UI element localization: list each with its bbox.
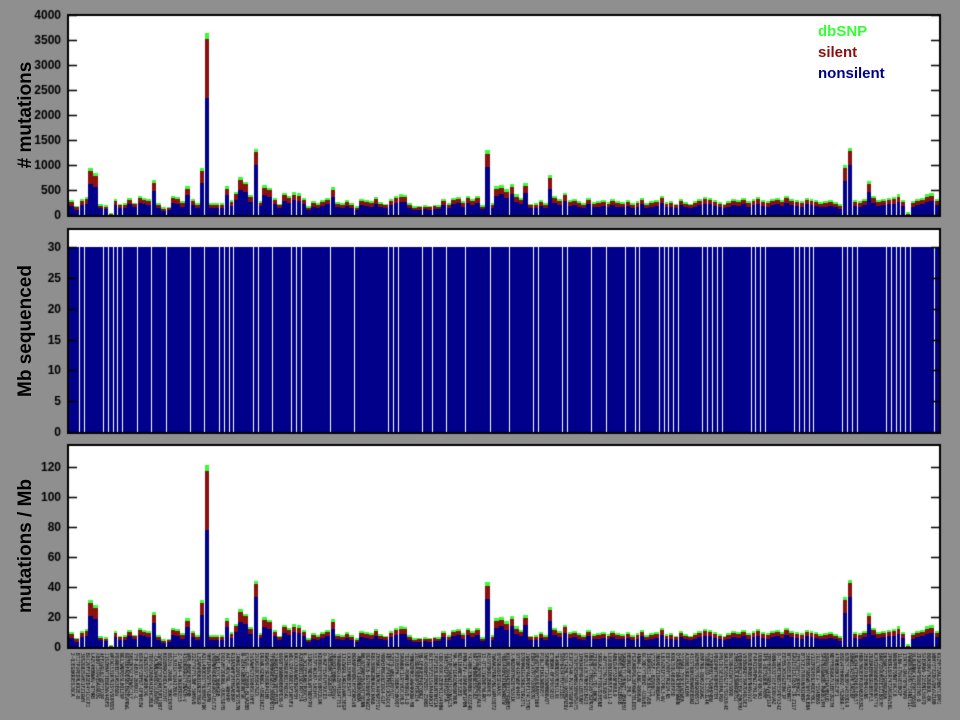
chart-canvas (0, 0, 960, 720)
legend: dbSNP silent nonsilent (818, 21, 885, 84)
legend-item-dbsnp: dbSNP (818, 23, 868, 40)
legend-item-silent: silent (818, 44, 858, 61)
legend-item-nonsilent: nonsilent (818, 65, 885, 82)
mutation-rate-figure: # mutations Mb sequenced mutations / Mb … (0, 0, 960, 720)
x-axis-sample-labels (68, 650, 940, 716)
